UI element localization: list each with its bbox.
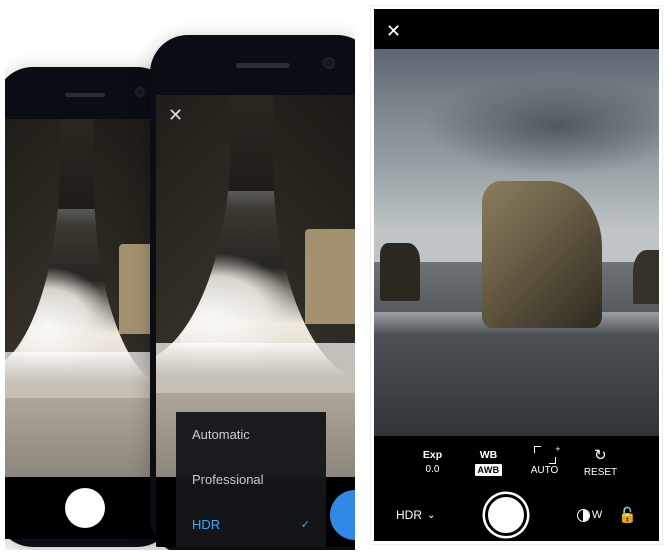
check-icon: ✓ bbox=[301, 518, 310, 531]
lens-label: W bbox=[592, 509, 602, 521]
mode-selector[interactable]: HDR ⌄ bbox=[396, 508, 435, 522]
settings-row: Exp 0.0 WB AWB + AUTO ↺ RESET bbox=[374, 437, 659, 487]
camera-bottom-bar bbox=[5, 477, 170, 539]
camera-bottom-bar: Automatic Professional HDR ✓ bbox=[156, 477, 355, 547]
crop-icon: + bbox=[536, 448, 554, 462]
close-button[interactable]: ✕ bbox=[168, 105, 183, 126]
phone-right-screen: ✕ Automatic Profes bbox=[156, 95, 355, 547]
close-button[interactable]: ✕ bbox=[386, 21, 401, 42]
exposure-control[interactable]: Exp 0.0 bbox=[412, 449, 454, 475]
menu-item-professional[interactable]: Professional bbox=[176, 457, 326, 502]
plus-icon: + bbox=[555, 444, 560, 454]
control-label: WB bbox=[480, 449, 498, 461]
menu-item-hdr[interactable]: HDR ✓ bbox=[176, 502, 326, 547]
lens-toggle[interactable]: W bbox=[577, 509, 602, 522]
camera-dot-icon bbox=[323, 57, 335, 69]
control-label: RESET bbox=[584, 467, 617, 478]
camera-pro-panel-frame: ✕ Exp 0.0 WB AWB bbox=[370, 5, 663, 545]
capture-mode-menu: Automatic Professional HDR ✓ bbox=[176, 412, 326, 547]
camera-preview bbox=[374, 49, 659, 436]
camera-preview bbox=[5, 119, 170, 477]
reset-control[interactable]: ↺ RESET bbox=[580, 446, 622, 478]
lock-toggle[interactable]: 🔓 bbox=[618, 506, 637, 524]
camera-pro-panel: ✕ Exp 0.0 WB AWB bbox=[374, 9, 659, 541]
undo-icon: ↺ bbox=[594, 446, 607, 464]
shutter-button[interactable] bbox=[485, 494, 527, 536]
chevron-down-icon: ⌄ bbox=[427, 510, 435, 521]
control-value: 0.0 bbox=[426, 464, 440, 475]
awb-badge: AWB bbox=[475, 464, 503, 476]
shutter-button[interactable] bbox=[65, 488, 105, 528]
crop-control[interactable]: + AUTO bbox=[524, 448, 566, 476]
speaker-icon bbox=[236, 63, 290, 68]
menu-item-label: Professional bbox=[192, 472, 264, 487]
menu-item-automatic[interactable]: Automatic bbox=[176, 412, 326, 457]
menu-item-label: HDR bbox=[192, 517, 220, 532]
phones-composite: ✕ Automatic Profes bbox=[5, 5, 355, 550]
right-controls-group: W 🔓 bbox=[577, 506, 637, 524]
white-balance-control[interactable]: WB AWB bbox=[468, 449, 510, 476]
speaker-icon bbox=[65, 93, 105, 97]
phone-right: ✕ Automatic Profes bbox=[150, 35, 355, 550]
lens-icon bbox=[577, 509, 590, 522]
shutter-button[interactable] bbox=[327, 487, 355, 543]
phone-left-screen bbox=[5, 119, 170, 539]
mode-label: HDR bbox=[396, 508, 422, 522]
control-value: AUTO bbox=[531, 465, 559, 476]
capture-bar: HDR ⌄ W 🔓 bbox=[374, 489, 659, 541]
camera-dot-icon bbox=[135, 87, 145, 97]
menu-item-label: Automatic bbox=[192, 427, 250, 442]
unlock-icon: 🔓 bbox=[618, 507, 637, 524]
control-label: Exp bbox=[423, 449, 442, 461]
